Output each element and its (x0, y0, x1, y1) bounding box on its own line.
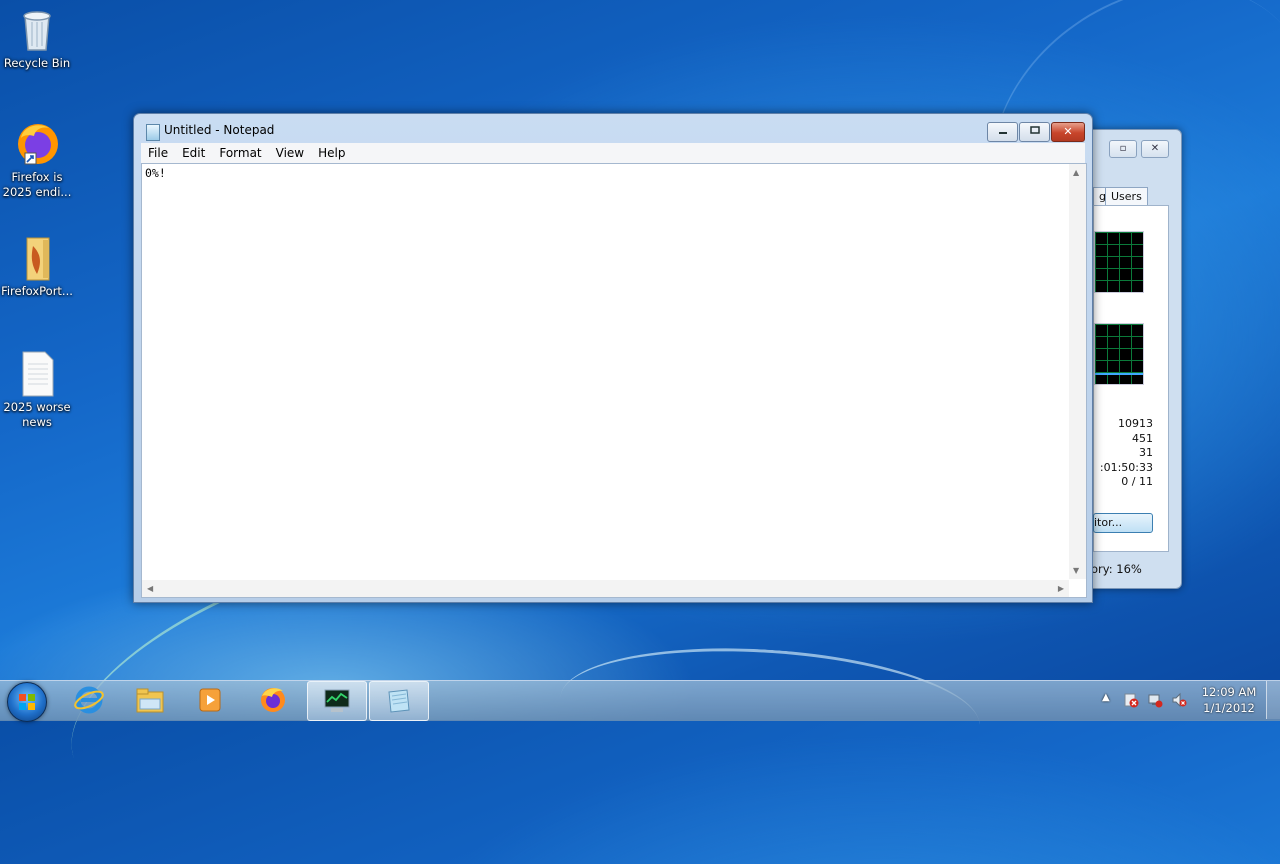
horizontal-scrollbar[interactable]: ◀ ▶ (142, 580, 1069, 597)
windows-explorer-icon (136, 688, 164, 713)
scroll-up-icon[interactable]: ▲ (1073, 168, 1079, 177)
cpu-usage-graph (1094, 231, 1144, 293)
desktop-icon-folder[interactable]: FirefoxPort... (0, 234, 74, 299)
taskbar-firefox[interactable] (244, 681, 302, 719)
maximize-icon[interactable] (1019, 122, 1050, 142)
action-center-icon[interactable] (1123, 692, 1139, 708)
system-stats: 10913 451 31 :01:50:33 0 / 11 (1093, 417, 1153, 490)
document-text[interactable]: 0%! (145, 166, 166, 180)
desktop-icon-label: Firefox is 2025 endi... (2, 170, 72, 199)
stat-value: 451 (1132, 431, 1153, 445)
close-icon[interactable]: ✕ (1141, 140, 1169, 158)
desktop-icon-label: Recycle Bin (3, 56, 71, 70)
scroll-down-icon[interactable]: ▼ (1073, 566, 1079, 575)
menu-help[interactable]: Help (311, 143, 352, 163)
notepad-app-icon (146, 124, 160, 141)
menu-edit[interactable]: Edit (175, 143, 212, 163)
taskbar-internet-explorer[interactable] (60, 681, 118, 719)
menu-view[interactable]: View (269, 143, 311, 163)
windows-logo-icon (19, 694, 35, 710)
stat-value: 10913 (1118, 417, 1153, 430)
vertical-scrollbar[interactable]: ▲ ▼ (1069, 164, 1086, 579)
minimize-icon[interactable] (987, 122, 1018, 142)
close-icon[interactable]: ✕ (1051, 122, 1085, 142)
start-button[interactable] (7, 682, 47, 722)
show-hidden-icons-arrow[interactable]: ▲ (1102, 692, 1110, 703)
desktop-icon-label: 2025 worse news (3, 400, 71, 429)
text-editor-area[interactable]: 0%! ▲ ▼ ◀ ▶ (141, 163, 1087, 598)
network-icon[interactable] (1147, 692, 1163, 708)
recycle-bin-icon (13, 6, 61, 54)
notepad-icon (388, 689, 410, 713)
resource-monitor-button[interactable]: itor... (1093, 513, 1153, 533)
taskbar-media-player[interactable] (181, 681, 239, 719)
menu-file[interactable]: File (141, 143, 175, 163)
desktop-icon-text-document[interactable]: 2025 worse news (0, 350, 74, 430)
scroll-left-icon[interactable]: ◀ (147, 584, 153, 593)
stat-value: 0 / 11 (1121, 475, 1153, 489)
taskbar-task-manager[interactable] (307, 681, 367, 721)
clock-date: 1/1/2012 (1203, 701, 1255, 715)
volume-muted-icon[interactable] (1171, 692, 1187, 708)
task-manager-icon (324, 689, 350, 712)
memory-usage-graph (1094, 323, 1144, 385)
scroll-right-icon[interactable]: ▶ (1058, 584, 1064, 593)
maximize-icon[interactable]: ▫ (1109, 140, 1137, 158)
show-desktop-button[interactable] (1266, 681, 1280, 719)
window-title: Untitled - Notepad (164, 123, 275, 137)
desktop-icon-firefox-shortcut[interactable]: Firefox is 2025 endi... (0, 120, 74, 200)
media-player-icon (199, 688, 221, 712)
firefox-icon (261, 688, 285, 712)
menu-bar: File Edit Format View Help (141, 143, 1085, 163)
firefox-shortcut-icon (13, 120, 61, 168)
taskbar-notepad[interactable] (369, 681, 429, 721)
desktop-icon-recycle-bin[interactable]: Recycle Bin (0, 6, 74, 71)
stat-value: :01:50:33 (1099, 460, 1153, 474)
taskbar-windows-explorer[interactable] (121, 681, 179, 719)
memory-status: ory: 16% (1091, 562, 1142, 576)
notepad-window[interactable]: Untitled - Notepad ✕ File Edit Format View H… (133, 113, 1093, 603)
clock-time: 12:09 AM (1201, 685, 1257, 699)
folder-icon (13, 234, 61, 282)
internet-explorer-icon (74, 686, 104, 714)
desktop-icon-label: FirefoxPort... (1, 284, 73, 298)
menu-format[interactable]: Format (212, 143, 268, 163)
stat-value: 31 (1139, 446, 1153, 460)
tab-users[interactable]: Users (1105, 187, 1148, 206)
text-document-icon (13, 350, 61, 398)
system-clock[interactable]: 12:09 AM 1/1/2012 (1196, 684, 1262, 716)
